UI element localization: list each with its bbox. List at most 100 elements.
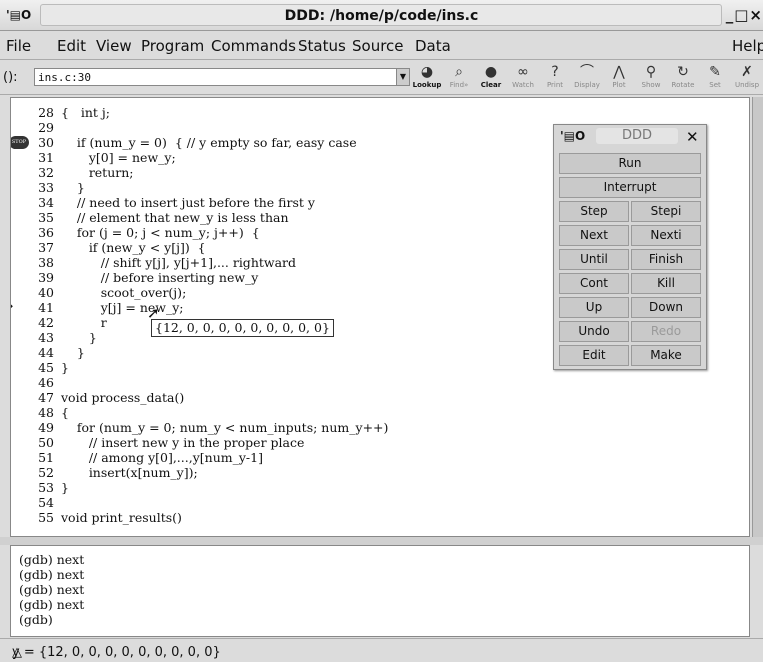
source-line[interactable]: 51 // among y[0],...,y[num_y-1] — [11, 450, 741, 465]
line-code: for (j = 0; j < num_y; j++) { — [61, 225, 260, 240]
finish-button[interactable]: Finish — [631, 249, 701, 270]
source-line[interactable]: 47 void process_data() — [11, 390, 741, 405]
edit-button[interactable]: Edit — [559, 345, 629, 366]
menu-help[interactable]: Help — [732, 37, 763, 55]
plot-icon: ⋀ — [613, 64, 625, 80]
line-code: // among y[0],...,y[num_y-1] — [61, 450, 263, 465]
line-number: 54 — [38, 495, 54, 510]
window-controls[interactable]: _□× — [726, 6, 763, 24]
source-scrollbar[interactable] — [752, 97, 763, 537]
line-number: 47 — [38, 390, 54, 405]
toolbar-show-button[interactable]: ⚲ Show — [634, 64, 668, 92]
toolbar-rotate-button[interactable]: ↻ Rotate — [666, 64, 700, 92]
menu-view[interactable]: View — [96, 37, 132, 55]
line-code: { int j; — [61, 105, 111, 120]
toolbar-label: Rotate — [671, 81, 695, 89]
line-number: 33 — [38, 180, 54, 195]
clear-icon: ● — [484, 64, 498, 80]
line-number: 46 — [38, 375, 54, 390]
source-line[interactable]: 46 — [11, 375, 741, 390]
interrupt-button[interactable]: Interrupt — [559, 177, 701, 198]
line-code: // need to insert just before the first … — [61, 195, 315, 210]
source-line[interactable]: 55 void print_results() — [11, 510, 741, 525]
gdb-line: (gdb) next — [19, 567, 85, 582]
toolbar-print-button[interactable]: ? Print — [538, 64, 572, 92]
toolbar-label: Print — [546, 81, 564, 89]
argument-dropdown-icon[interactable]: ▼ — [396, 68, 410, 86]
toolbar-label: Undisp — [734, 81, 760, 89]
line-number: 29 — [38, 120, 54, 135]
find-icon: ⌕ — [455, 64, 463, 80]
status-bar: △ y = {12, 0, 0, 0, 0, 0, 0, 0, 0, 0} — [0, 638, 763, 662]
line-code: y[j] = new_y; — [61, 300, 184, 315]
source-line[interactable]: 50 // insert new y in the proper place — [11, 435, 741, 450]
command-tool-titlebar[interactable]: '▤O DDD ✕ — [554, 125, 706, 147]
toolbar-watch-button[interactable]: ∞ Watch — [506, 64, 540, 92]
lookup-icon: ◕ — [420, 64, 434, 80]
source-line[interactable]: 52 insert(x[num_y]); — [11, 465, 741, 480]
print-icon: ? — [551, 64, 559, 80]
nexti-button[interactable]: Nexti — [631, 225, 701, 246]
run-button[interactable]: Run — [559, 153, 701, 174]
stepi-button[interactable]: Stepi — [631, 201, 701, 222]
menu-data[interactable]: Data — [415, 37, 451, 55]
menu-commands[interactable]: Commands — [211, 37, 296, 55]
mouse-cursor-icon: ➚ — [147, 304, 160, 322]
toolbar-set-button[interactable]: ✎ Set — [698, 64, 732, 92]
redo-button[interactable]: Redo — [631, 321, 701, 342]
menu-edit[interactable]: Edit — [57, 37, 86, 55]
line-number: 44 — [38, 345, 54, 360]
make-button[interactable]: Make — [631, 345, 701, 366]
gdb-console[interactable]: (gdb) next (gdb) next (gdb) next (gdb) next… — [10, 545, 750, 637]
source-line[interactable]: 54 — [11, 495, 741, 510]
undisp-icon: ✗ — [741, 64, 753, 80]
line-code: } — [61, 360, 69, 375]
menu-file[interactable]: File — [6, 37, 31, 55]
gdb-line: (gdb) — [19, 612, 53, 627]
cont-button[interactable]: Cont — [559, 273, 629, 294]
line-code: { — [61, 405, 69, 420]
line-code: if (new_y < y[j]) { — [61, 240, 206, 255]
line-number: 48 — [38, 405, 54, 420]
line-code: } — [61, 180, 85, 195]
kill-button[interactable]: Kill — [631, 273, 701, 294]
gdb-line: (gdb) next — [19, 597, 85, 612]
toolbar-lookup-button[interactable]: ◕ Lookup — [410, 64, 444, 92]
source-line[interactable]: 28 { int j; — [11, 105, 741, 120]
toolbar-clear-button[interactable]: ● Clear — [474, 64, 508, 92]
down-button[interactable]: Down — [631, 297, 701, 318]
source-line[interactable]: 49 for (num_y = 0; num_y < num_inputs; n… — [11, 420, 741, 435]
menu-status[interactable]: Status — [298, 37, 346, 55]
menu-source[interactable]: Source — [352, 37, 404, 55]
window-titlebar[interactable]: '▤O DDD: /home/p/code/ins.c _□× — [0, 0, 763, 31]
pane-splitter[interactable] — [0, 537, 763, 545]
source-line[interactable]: 53} — [11, 480, 741, 495]
line-code: void process_data() — [61, 390, 185, 405]
line-number: 37 — [38, 240, 54, 255]
close-icon[interactable]: ✕ — [686, 128, 699, 146]
up-button[interactable]: Up — [559, 297, 629, 318]
undo-button[interactable]: Undo — [559, 321, 629, 342]
panel-menu-icon[interactable]: '▤O — [560, 129, 585, 143]
toolbar-undisp-button[interactable]: ✗ Undisp — [730, 64, 763, 92]
next-button[interactable]: Next — [559, 225, 629, 246]
line-code: for (num_y = 0; num_y < num_inputs; num_… — [61, 420, 389, 435]
line-number: 42 — [38, 315, 54, 330]
menu-program[interactable]: Program — [141, 37, 204, 55]
source-line[interactable]: 48 { — [11, 405, 741, 420]
line-number: 35 — [38, 210, 54, 225]
line-number: 30 — [38, 135, 54, 150]
line-number: 53 — [38, 480, 54, 495]
toolbar-find-button[interactable]: ⌕ Find» — [442, 64, 476, 92]
watch-icon: ∞ — [517, 64, 529, 80]
step-button[interactable]: Step — [559, 201, 629, 222]
line-code: // element that new_y is less than — [61, 210, 289, 225]
line-number: 36 — [38, 225, 54, 240]
until-button[interactable]: Until — [559, 249, 629, 270]
toolbar-label: Lookup — [412, 81, 442, 89]
toolbar-display-button[interactable]: ⌒ Display — [570, 64, 604, 92]
line-code: insert(x[num_y]); — [61, 465, 198, 480]
argument-input[interactable]: ins.c:30 — [34, 68, 410, 86]
toolbar-label: Clear — [480, 81, 502, 89]
toolbar-plot-button[interactable]: ⋀ Plot — [602, 64, 636, 92]
